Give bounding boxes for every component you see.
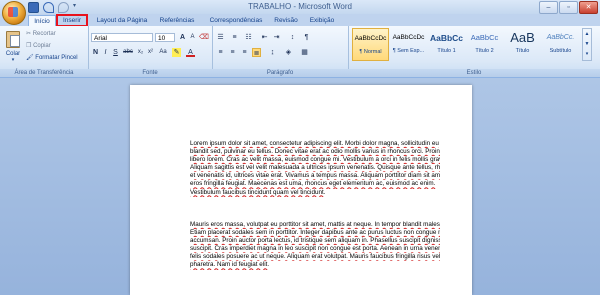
text-line: Lorem ipsum dolor sit amet, consectetur … <box>190 140 439 147</box>
highlight-icon[interactable]: ✎ <box>172 48 181 57</box>
font-color-button[interactable]: A <box>186 48 195 57</box>
window-controls: – ▫ ✕ <box>539 1 598 14</box>
tab-revisao[interactable]: Revisão <box>272 15 300 26</box>
ribbon-tabs: Início Inserir Layout da Página Referênc… <box>0 14 600 27</box>
bullets-icon[interactable]: ☰ <box>216 33 225 42</box>
change-case-button[interactable]: Aa <box>157 48 169 57</box>
text-line: accumsan. Proin auctor porta lectus, id … <box>190 237 440 245</box>
paste-button[interactable]: Colar ▾ <box>3 29 23 67</box>
font-size-select[interactable]: 10 <box>155 33 175 42</box>
styles-scroll[interactable]: ▲ ▼ ▾ <box>582 28 592 61</box>
copy-button[interactable]: ❐ Copiar <box>26 42 51 49</box>
text-line: suscipit. Cras imperdiet magna in leo su… <box>190 245 440 253</box>
numbering-icon[interactable]: ≡ <box>230 33 239 42</box>
style-titulo-2[interactable]: AaBbCc Título 2 <box>466 28 503 61</box>
decrease-indent-icon[interactable]: ⇤ <box>260 33 269 42</box>
style-sample: AaBbCc. <box>546 34 575 41</box>
font-group: Arial 10 A A ⌫ N I S abc x₂ x² Aa ✎ A Fo… <box>88 26 213 77</box>
strikethrough-button[interactable]: abc <box>122 48 134 57</box>
line-spacing-icon[interactable]: ↨ <box>268 48 277 57</box>
clipboard-icon <box>6 31 20 48</box>
subscript-button[interactable]: x₂ <box>136 48 145 57</box>
cut-label: Recortar <box>32 31 56 37</box>
clear-format-icon[interactable]: ⌫ <box>199 33 209 42</box>
multilevel-list-icon[interactable]: ☷ <box>244 33 253 42</box>
tab-referencias[interactable]: Referências <box>156 15 198 26</box>
align-left-icon[interactable]: ≡ <box>216 48 225 57</box>
align-center-icon[interactable]: ≡ <box>228 48 237 57</box>
style-name: ¶ Sem Esp... <box>392 48 425 54</box>
copy-icon: ❐ <box>26 43 32 49</box>
sort-icon[interactable]: ↕ <box>288 33 297 42</box>
superscript-button[interactable]: x² <box>146 48 155 57</box>
tab-exibicao[interactable]: Exibição <box>307 15 337 26</box>
chevron-down-icon: ▾ <box>11 57 15 63</box>
align-right-icon[interactable]: ≡ <box>240 48 249 57</box>
style-titulo-1[interactable]: AaBbCc Título 1 <box>428 28 465 61</box>
text-line: felis sodales posuere ac ut neque. Aliqu… <box>190 253 440 261</box>
scissors-icon: ✂ <box>26 31 32 37</box>
style-titulo[interactable]: AaB Título <box>504 28 541 61</box>
text-line: Vestibulum faucibus tincidunt quam vel t… <box>190 188 326 196</box>
text-line: et venenatis id, ultrices vitae erat. Vi… <box>190 172 440 180</box>
style-sem-espacamento[interactable]: AaBbCcDc ¶ Sem Esp... <box>390 28 427 61</box>
tab-correspondencias[interactable]: Correspondências <box>205 15 267 26</box>
copy-label: Copiar <box>33 43 51 49</box>
show-marks-icon[interactable]: ¶ <box>302 33 311 42</box>
format-painter-button[interactable]: 🖌 Formatar Pincel <box>26 54 78 61</box>
tab-inserir[interactable]: Inserir <box>56 14 88 27</box>
cut-button[interactable]: ✂ Recortar <box>26 30 56 37</box>
text-line: libero lorem. Cras ac velit massa, euism… <box>190 156 440 164</box>
styles-group: AaBbCcDc ¶ Normal AaBbCcDc ¶ Sem Esp... … <box>348 26 600 77</box>
underline-button[interactable]: S <box>111 48 120 57</box>
style-sample: AaBbCcDc <box>354 35 387 42</box>
shrink-font-icon[interactable]: A <box>188 33 197 42</box>
maximize-button[interactable]: ▫ <box>559 1 578 14</box>
tab-layout-da-pagina[interactable]: Layout da Página <box>93 15 151 26</box>
style-name: Título 1 <box>437 48 456 54</box>
style-normal[interactable]: AaBbCcDc ¶ Normal <box>352 28 389 61</box>
justify-icon[interactable]: ≣ <box>252 48 261 57</box>
text-line: eros fringilla feugiat. Maecenas est uma… <box>190 180 436 188</box>
paragraph-group-label: Parágrafo <box>212 69 348 77</box>
ribbon: Colar ▾ ✂ Recortar ❐ Copiar 🖌 Formatar P… <box>0 26 600 78</box>
document-page[interactable]: Lorem ipsum dolor sit amet, consectetur … <box>130 85 472 295</box>
office-logo-icon <box>8 7 18 17</box>
office-button[interactable] <box>2 1 26 25</box>
shading-icon[interactable]: ◈ <box>284 48 293 57</box>
text-line: Aliquam sagittis est vel velit malesuada… <box>190 164 440 172</box>
italic-button[interactable]: I <box>101 48 110 57</box>
paragraph-1[interactable]: Lorem ipsum dolor sit amet, consectetur … <box>190 140 440 197</box>
increase-indent-icon[interactable]: ⇥ <box>272 33 281 42</box>
text-line: Etiam placerat sodales sem in porttitor.… <box>190 229 440 237</box>
style-sample: AaBbCcDc <box>392 34 425 41</box>
text-line: Mauris eros massa, volutpat eu porttitor… <box>190 221 440 228</box>
clipboard-group: Colar ▾ ✂ Recortar ❐ Copiar 🖌 Formatar P… <box>0 26 89 77</box>
font-group-label: Fonte <box>88 69 212 77</box>
clipboard-group-label: Área de Transferência <box>0 69 88 77</box>
window-title: TRABALHO - Microsoft Word <box>248 2 352 11</box>
brush-icon: 🖌 <box>26 55 34 61</box>
title-bar: ▾ TRABALHO - Microsoft Word – ▫ ✕ <box>0 0 600 14</box>
paragraph-2[interactable]: Mauris eros massa, volutpat eu porttitor… <box>190 221 440 270</box>
close-button[interactable]: ✕ <box>579 1 598 14</box>
style-name: Subtítulo <box>549 48 572 54</box>
styles-group-label: Estilo <box>348 69 600 77</box>
style-sample: AaB <box>510 30 535 45</box>
bold-button[interactable]: N <box>91 48 100 57</box>
style-name: Título 2 <box>475 48 494 54</box>
grow-font-icon[interactable]: A <box>178 33 187 42</box>
style-subtitulo[interactable]: AaBbCc. Subtítulo <box>542 28 579 61</box>
minimize-button[interactable]: – <box>539 1 558 14</box>
paragraph-group: ☰ ≡ ☷ ⇤ ⇥ ↕ ¶ ≡ ≡ ≡ ≣ ↨ ◈ ▦ Parágrafo <box>212 26 349 77</box>
font-name-select[interactable]: Arial <box>91 33 153 42</box>
text-line: blandit sed, pulvinar eu tellus. Donec v… <box>190 148 440 156</box>
format-painter-label: Formatar Pincel <box>35 55 78 61</box>
text-line: pharetra. Nam id feugiat elit. <box>190 261 270 269</box>
borders-icon[interactable]: ▦ <box>300 48 309 57</box>
style-sample: AaBbCc <box>470 33 499 42</box>
style-name: ¶ Normal <box>359 49 382 55</box>
style-name: Título <box>515 48 530 54</box>
style-sample: AaBbCc <box>429 33 464 43</box>
